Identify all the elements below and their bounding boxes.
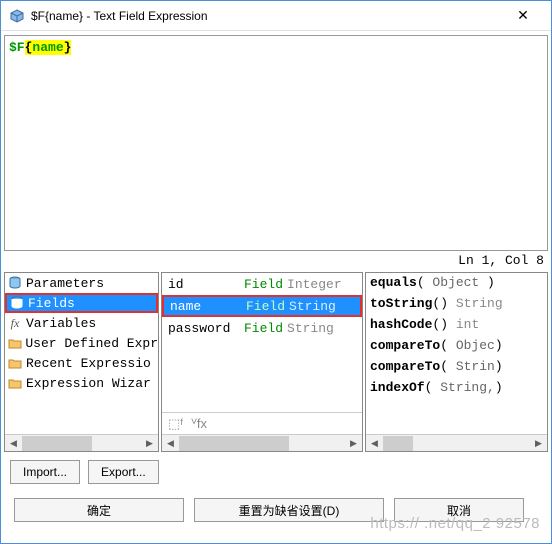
paren-close: ) bbox=[495, 359, 503, 374]
method-return: int bbox=[448, 317, 479, 332]
editor-content: $F{name} bbox=[9, 40, 71, 55]
paren-close: ) bbox=[495, 338, 503, 353]
bottom-button-row: 确定 重置为缺省设置(D) 取消 bbox=[4, 492, 548, 532]
method-toString[interactable]: toString() String bbox=[366, 296, 547, 317]
method-hashCode[interactable]: hashCode() int bbox=[366, 317, 547, 338]
db-icon bbox=[7, 275, 23, 291]
fields-list[interactable]: idField IntegernameField StringpasswordF… bbox=[162, 273, 362, 412]
close-button[interactable]: ✕ bbox=[503, 2, 543, 30]
field-name: id bbox=[168, 277, 244, 292]
method-name: toString bbox=[370, 296, 432, 311]
scroll-left-icon[interactable]: ◀ bbox=[5, 435, 22, 452]
token-variable: name bbox=[32, 40, 63, 55]
method-name: compareTo bbox=[370, 338, 440, 353]
category-label: Expression Wizar bbox=[26, 376, 151, 391]
tool-icon-2[interactable]: ⱽfx bbox=[191, 416, 207, 432]
method-name: compareTo bbox=[370, 359, 440, 374]
paren-close: ) bbox=[495, 380, 503, 395]
method-indexOf[interactable]: indexOf( String,) bbox=[366, 380, 547, 401]
folder-icon bbox=[7, 335, 22, 351]
method-name: equals bbox=[370, 275, 417, 290]
method-args: Objec bbox=[448, 338, 495, 353]
methods-pane: equals( Object )toString() StringhashCod… bbox=[365, 272, 548, 452]
scroll-left-icon[interactable]: ◀ bbox=[366, 435, 383, 452]
scroll-right-icon[interactable]: ▶ bbox=[530, 435, 547, 452]
titlebar: $F{name} - Text Field Expression ✕ bbox=[1, 1, 551, 31]
scroll-right-icon[interactable]: ▶ bbox=[141, 435, 158, 452]
paren-close: ) bbox=[440, 296, 448, 311]
categories-pane: Parameters Fields fxVariables User Defined … bbox=[4, 272, 159, 452]
paren-close: ) bbox=[440, 317, 448, 332]
method-return: String bbox=[448, 296, 503, 311]
field-type-label: Field bbox=[244, 277, 283, 292]
paren-close: ) bbox=[487, 275, 495, 290]
scrollbar-left[interactable]: ◀ ▶ bbox=[5, 434, 158, 451]
category-user-defined-expr[interactable]: User Defined Expr bbox=[5, 333, 158, 353]
tool-icon-1[interactable]: ⬚ᶠ bbox=[168, 416, 183, 432]
methods-list[interactable]: equals( Object )toString() StringhashCod… bbox=[366, 273, 547, 434]
category-label: Parameters bbox=[26, 276, 104, 291]
fields-pane: idField IntegernameField StringpasswordF… bbox=[161, 272, 363, 452]
token-close-brace: } bbox=[64, 40, 72, 55]
paren-open: ( bbox=[417, 275, 425, 290]
category-label: User Defined Expr bbox=[25, 336, 158, 351]
token-prefix: $F bbox=[9, 40, 25, 55]
method-args: Strin bbox=[448, 359, 495, 374]
scrollbar-right[interactable]: ◀ ▶ bbox=[366, 434, 547, 451]
fields-toolbar: ⬚ᶠ ⱽfx bbox=[162, 412, 362, 434]
paren-open: ( bbox=[440, 359, 448, 374]
scroll-thumb[interactable] bbox=[179, 436, 289, 451]
category-fields[interactable]: Fields bbox=[5, 293, 158, 313]
category-parameters[interactable]: Parameters bbox=[5, 273, 158, 293]
scroll-left-icon[interactable]: ◀ bbox=[162, 435, 179, 452]
dialog-window: $F{name} - Text Field Expression ✕ $F{na… bbox=[0, 0, 552, 544]
cancel-button[interactable]: 取消 bbox=[394, 498, 524, 522]
cube-icon bbox=[9, 8, 25, 24]
method-name: hashCode bbox=[370, 317, 432, 332]
reset-defaults-button[interactable]: 重置为缺省设置(D) bbox=[194, 498, 384, 522]
category-label: Fields bbox=[28, 296, 75, 311]
field-row-password[interactable]: passwordField String bbox=[162, 317, 362, 339]
scroll-thumb[interactable] bbox=[383, 436, 413, 451]
field-row-name[interactable]: nameField String bbox=[162, 295, 362, 317]
fx-icon: fx bbox=[7, 315, 23, 331]
field-row-id[interactable]: idField Integer bbox=[162, 273, 362, 295]
scrollbar-center[interactable]: ◀ ▶ bbox=[162, 434, 362, 451]
method-args: Object bbox=[425, 275, 487, 290]
expression-editor[interactable]: $F{name} bbox=[4, 35, 548, 251]
scroll-thumb[interactable] bbox=[22, 436, 92, 451]
field-type-label: Field bbox=[244, 321, 283, 336]
field-name: password bbox=[168, 321, 244, 336]
field-type-value: String bbox=[289, 299, 336, 314]
folder-icon bbox=[7, 375, 23, 391]
content-area: $F{name} Ln 1, Col 8 Parameters Fields fxV… bbox=[1, 31, 551, 543]
category-label: Recent Expressio bbox=[26, 356, 151, 371]
folder-icon bbox=[7, 355, 23, 371]
category-label: Variables bbox=[26, 316, 96, 331]
paren-open: ( bbox=[440, 338, 448, 353]
status-bar: Ln 1, Col 8 bbox=[4, 251, 548, 272]
window-title: $F{name} - Text Field Expression bbox=[31, 9, 503, 23]
field-type-value: String bbox=[287, 321, 334, 336]
field-name: name bbox=[170, 299, 246, 314]
middle-panes: Parameters Fields fxVariables User Defined … bbox=[4, 272, 548, 452]
method-compareTo[interactable]: compareTo( Strin) bbox=[366, 359, 547, 380]
export-button[interactable]: Export... bbox=[88, 460, 159, 484]
import-button[interactable]: Import... bbox=[10, 460, 80, 484]
import-export-row: Import... Export... bbox=[4, 452, 548, 492]
category-recent-expressio[interactable]: Recent Expressio bbox=[5, 353, 158, 373]
category-expression-wizar[interactable]: Expression Wizar bbox=[5, 373, 158, 393]
method-equals[interactable]: equals( Object ) bbox=[366, 275, 547, 296]
category-variables[interactable]: fxVariables bbox=[5, 313, 158, 333]
field-type-value: Integer bbox=[287, 277, 342, 292]
method-args: String, bbox=[432, 380, 494, 395]
field-type-label: Field bbox=[246, 299, 285, 314]
scroll-right-icon[interactable]: ▶ bbox=[345, 435, 362, 452]
ok-button[interactable]: 确定 bbox=[14, 498, 184, 522]
method-compareTo[interactable]: compareTo( Objec) bbox=[366, 338, 547, 359]
method-name: indexOf bbox=[370, 380, 425, 395]
categories-list[interactable]: Parameters Fields fxVariables User Defined … bbox=[5, 273, 158, 434]
db-icon bbox=[9, 295, 25, 311]
